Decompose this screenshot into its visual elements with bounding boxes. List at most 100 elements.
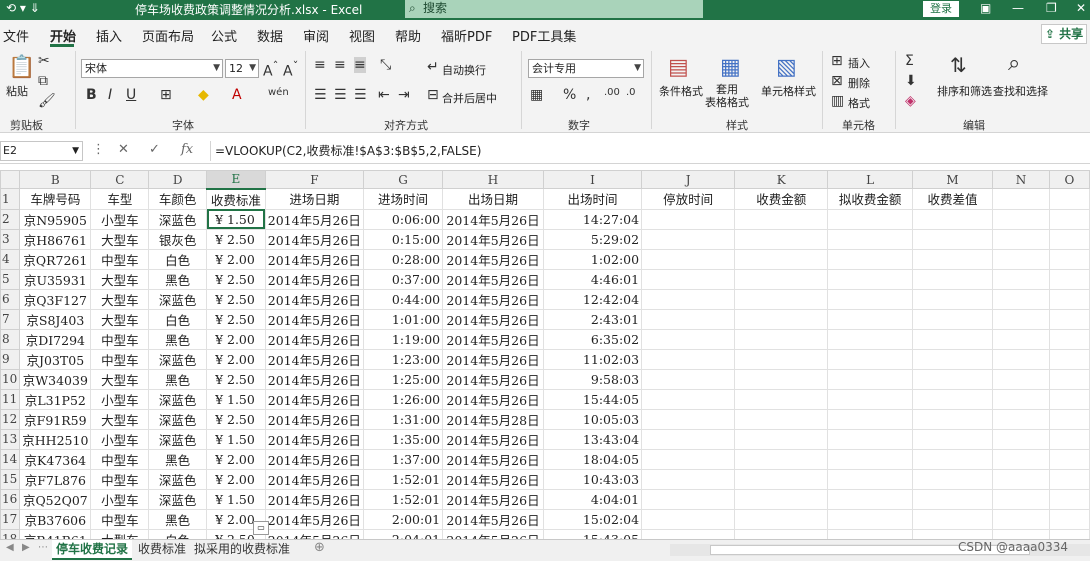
cell-i13[interactable]: 13:43:04 xyxy=(542,428,643,450)
cell-o3[interactable] xyxy=(1048,228,1090,250)
menu-file[interactable]: 文件 xyxy=(3,26,29,45)
cell-d12[interactable]: 深蓝色 xyxy=(148,408,208,430)
increase-decimal-icon[interactable]: .00 xyxy=(604,87,620,98)
cell-c6[interactable]: 大型车 xyxy=(90,288,150,310)
cell-f1[interactable]: 进场日期 xyxy=(264,188,364,210)
cell-n2[interactable] xyxy=(992,208,1050,230)
cell-l18[interactable] xyxy=(827,528,913,539)
cell-i10[interactable]: 9:58:03 xyxy=(542,368,643,390)
cell-i4[interactable]: 1:02:00 xyxy=(542,248,643,270)
cell-b18[interactable]: 京R41B61 xyxy=(19,528,92,539)
cell-j3[interactable] xyxy=(641,228,736,250)
conditional-format-button[interactable]: 条件格式 xyxy=(659,83,703,99)
cell-e9[interactable]: ¥ 2.00 xyxy=(206,348,266,370)
fill-icon[interactable]: ⬇ xyxy=(905,73,917,89)
cell-d11[interactable]: 深蓝色 xyxy=(148,388,208,410)
cell-i15[interactable]: 10:43:03 xyxy=(542,468,643,490)
cell-k17[interactable] xyxy=(734,508,829,530)
cell-h14[interactable]: 2014年5月26日 xyxy=(442,448,544,470)
cell-d18[interactable]: 白色 xyxy=(148,528,208,539)
cell-b2[interactable]: 京N95905 xyxy=(19,208,92,230)
cell-k2[interactable] xyxy=(734,208,829,230)
cell-l3[interactable] xyxy=(827,228,913,250)
cell-i16[interactable]: 4:04:01 xyxy=(542,488,643,510)
cell-c15[interactable]: 中型车 xyxy=(90,468,150,490)
share-button[interactable]: ⇪ 共享 xyxy=(1041,24,1087,44)
cell-d8[interactable]: 黑色 xyxy=(148,328,208,350)
cell-c7[interactable]: 大型车 xyxy=(90,308,150,330)
delete-cells-button[interactable]: 删除 xyxy=(848,75,870,91)
cell-f5[interactable]: 2014年5月26日 xyxy=(264,268,364,290)
menu-page-layout[interactable]: 页面布局 xyxy=(142,26,194,45)
cell-e14[interactable]: ¥ 2.00 xyxy=(206,448,266,470)
row-header[interactable]: 1 xyxy=(0,188,21,210)
cell-k5[interactable] xyxy=(734,268,829,290)
cell-n16[interactable] xyxy=(992,488,1050,510)
orientation-icon[interactable]: ⤡ xyxy=(380,57,391,73)
cell-c14[interactable]: 中型车 xyxy=(90,448,150,470)
cell-e16[interactable]: ¥ 1.50 xyxy=(206,488,266,510)
column-header-o[interactable]: O xyxy=(1048,170,1090,190)
decrease-indent-icon[interactable]: ⇤ xyxy=(378,87,390,103)
clear-icon[interactable]: ◈ xyxy=(905,93,916,109)
cell-j10[interactable] xyxy=(641,368,736,390)
cell-e13[interactable]: ¥ 1.50 xyxy=(206,428,266,450)
cell-h15[interactable]: 2014年5月26日 xyxy=(442,468,544,490)
currency-icon[interactable]: ▦ xyxy=(530,87,543,103)
cell-c9[interactable]: 中型车 xyxy=(90,348,150,370)
cell-c10[interactable]: 大型车 xyxy=(90,368,150,390)
row-header[interactable]: 18 xyxy=(0,528,21,539)
paste-label[interactable]: 粘贴 xyxy=(6,83,28,99)
cell-h4[interactable]: 2014年5月26日 xyxy=(442,248,544,270)
cell-m18[interactable] xyxy=(911,528,994,539)
cell-k12[interactable] xyxy=(734,408,829,430)
cell-g12[interactable]: 1:31:00 xyxy=(362,408,444,430)
column-header-b[interactable]: B xyxy=(19,170,92,190)
cell-e2[interactable]: ¥ 1.50 xyxy=(206,208,266,230)
cell-g14[interactable]: 1:37:00 xyxy=(362,448,444,470)
align-bottom-icon[interactable]: ≡ xyxy=(354,57,366,73)
cell-f12[interactable]: 2014年5月26日 xyxy=(264,408,364,430)
cell-j8[interactable] xyxy=(641,328,736,350)
table-format-icon[interactable]: ▦ xyxy=(720,55,741,80)
cell-k10[interactable] xyxy=(734,368,829,390)
underline-button[interactable]: U xyxy=(126,87,136,103)
cell-n7[interactable] xyxy=(992,308,1050,330)
cell-o15[interactable] xyxy=(1048,468,1090,490)
column-header-i[interactable]: I xyxy=(542,170,643,190)
format-painter-icon[interactable]: 🖌 xyxy=(38,93,56,109)
cell-k15[interactable] xyxy=(734,468,829,490)
cell-l13[interactable] xyxy=(827,428,913,450)
italic-button[interactable]: I xyxy=(108,87,112,103)
row-header[interactable]: 3 xyxy=(0,228,21,250)
cell-k4[interactable] xyxy=(734,248,829,270)
cell-k1[interactable]: 收费金额 xyxy=(734,188,829,210)
conditional-format-icon[interactable]: ▤ xyxy=(668,55,689,80)
cell-j6[interactable] xyxy=(641,288,736,310)
menu-pdf-tools[interactable]: PDF工具集 xyxy=(512,26,576,45)
cell-n8[interactable] xyxy=(992,328,1050,350)
restore-icon[interactable]: ❐ xyxy=(1046,1,1057,15)
cell-m17[interactable] xyxy=(911,508,994,530)
border-icon[interactable]: ⊞ xyxy=(160,87,172,103)
bold-button[interactable]: B xyxy=(86,87,97,103)
cell-l15[interactable] xyxy=(827,468,913,490)
font-color-icon[interactable]: A xyxy=(232,87,242,103)
cell-o18[interactable] xyxy=(1048,528,1090,539)
cell-l14[interactable] xyxy=(827,448,913,470)
cell-l1[interactable]: 拟收费金额 xyxy=(827,188,913,210)
cell-i1[interactable]: 出场时间 xyxy=(542,188,643,210)
cell-k11[interactable] xyxy=(734,388,829,410)
cell-b10[interactable]: 京W34039 xyxy=(19,368,92,390)
cell-f8[interactable]: 2014年5月26日 xyxy=(264,328,364,350)
cell-i5[interactable]: 4:46:01 xyxy=(542,268,643,290)
sort-filter-button[interactable]: 排序和筛选 xyxy=(937,83,992,99)
cell-e4[interactable]: ¥ 2.00 xyxy=(206,248,266,270)
cell-n17[interactable] xyxy=(992,508,1050,530)
cell-o14[interactable] xyxy=(1048,448,1090,470)
increase-font-icon[interactable]: Aˆ xyxy=(263,59,278,80)
cell-i7[interactable]: 2:43:01 xyxy=(542,308,643,330)
cell-i2[interactable]: 14:27:04 xyxy=(542,208,643,230)
align-middle-icon[interactable]: ≡ xyxy=(334,57,346,73)
cell-n11[interactable] xyxy=(992,388,1050,410)
